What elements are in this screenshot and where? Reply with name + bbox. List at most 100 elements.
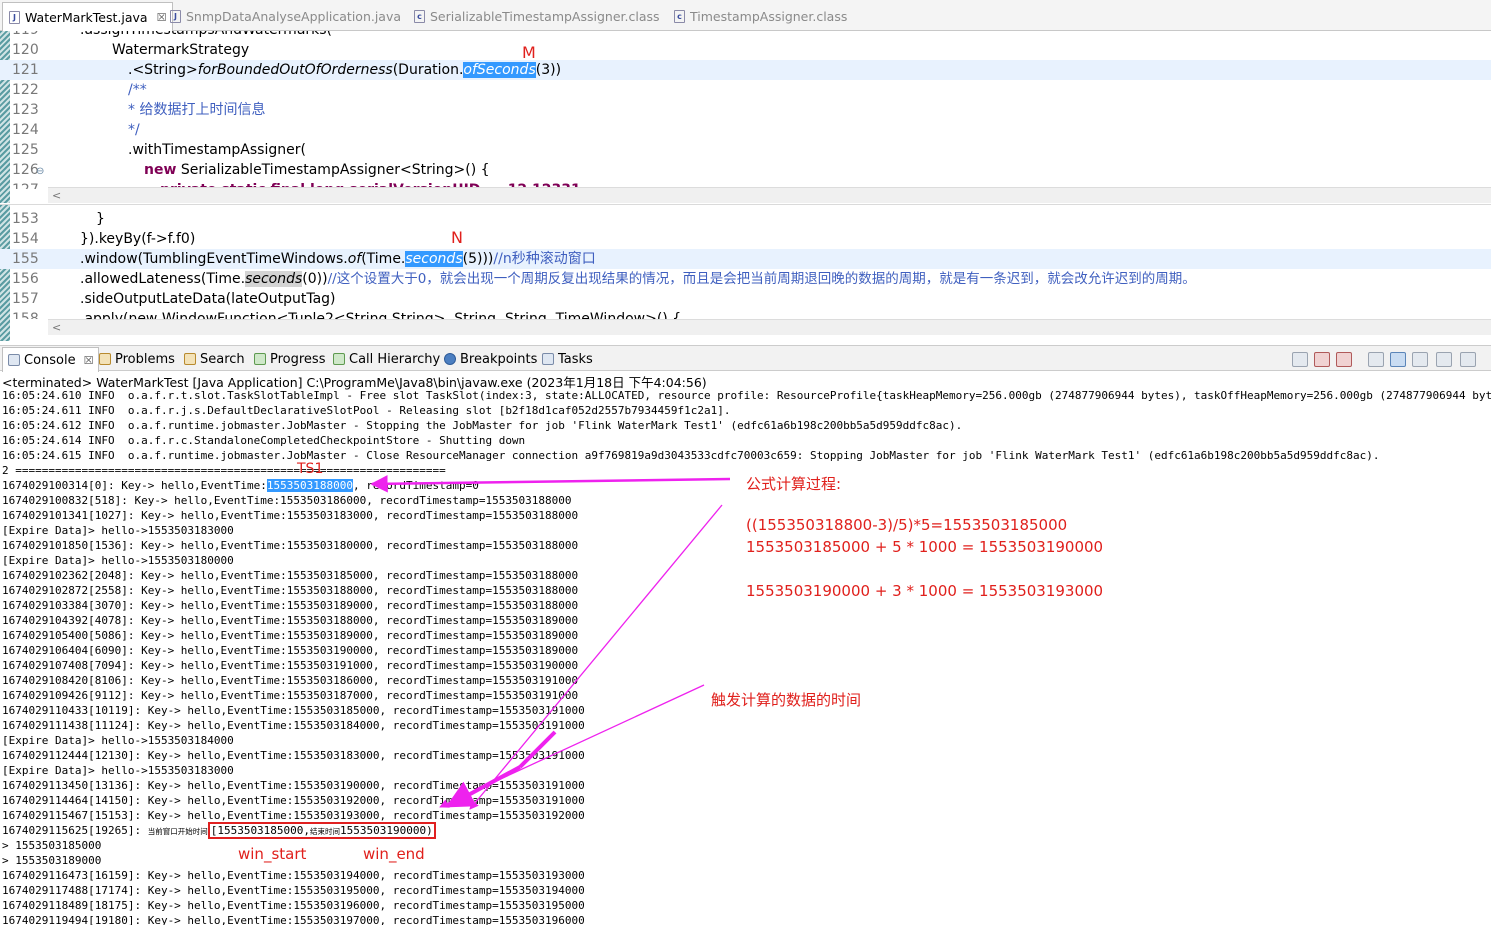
log-line: 1674029108420[8106]: Key-> hello,EventTi… xyxy=(2,674,579,687)
code-editor-top[interactable]: 119 .assignTimestampsAndWatermarks( 120 … xyxy=(0,31,1491,203)
separator-line: 2 ======================================… xyxy=(2,464,446,477)
log-line: 1674029100832[518]: Key-> hello,EventTim… xyxy=(2,494,572,507)
annotation-formula-title: 公式计算过程: xyxy=(746,475,842,493)
log-line: 1674029102872[2558]: Key-> hello,EventTi… xyxy=(2,584,579,597)
log-line: [Expire Data]> hello->1553503183000 xyxy=(2,524,234,537)
selected-event-time: 1553503188000 xyxy=(266,479,353,492)
log-line: 1674029102362[2048]: Key-> hello,EventTi… xyxy=(2,569,579,582)
console-icon xyxy=(8,354,20,366)
log-line: 1674029105400[5086]: Key-> hello,EventTi… xyxy=(2,629,579,642)
log-line: > 1553503185000 xyxy=(2,839,102,852)
selected-ofseconds: ofSeconds xyxy=(463,62,536,78)
tab-label: SnmpDataAnalyseApplication.java xyxy=(186,8,402,24)
annotation-ts1: TS1 xyxy=(297,461,324,477)
close-tab-icon[interactable]: ☒ xyxy=(157,11,167,24)
display-selected-console-icon[interactable] xyxy=(1460,352,1476,367)
log-line: 1674029103384[3070]: Key-> hello,EventTi… xyxy=(2,599,579,612)
code-line-124: 124 */ xyxy=(12,122,140,138)
log-line: 1674029111438[11124]: Key-> hello,EventT… xyxy=(2,719,585,732)
log-line: 1674029113450[13136]: Key-> hello,EventT… xyxy=(2,779,585,792)
annotation-trigger-note: 触发计算的数据的时间 xyxy=(711,691,862,709)
tab-watermarktest[interactable]: J WaterMarkTest.java ☒ xyxy=(2,2,174,31)
log-line: 16:05:24.614 INFO o.a.f.r.c.StandaloneCo… xyxy=(2,434,526,447)
tab-progress[interactable]: Progress xyxy=(254,349,325,369)
problems-icon xyxy=(99,353,111,365)
log-line: 1674029107408[7094]: Key-> hello,EventTi… xyxy=(2,659,579,672)
log-line: [Expire Data]> hello->1553503184000 xyxy=(2,734,234,747)
annotation-formula-1: ((155350318800-3)/5)*5=1553503185000 xyxy=(746,516,1068,534)
close-view-icon[interactable]: ☒ xyxy=(84,354,94,367)
scroll-lock-icon[interactable] xyxy=(1390,352,1406,367)
log-line: 1674029119494[19180]: Key-> hello,EventT… xyxy=(2,914,585,925)
annotation-m: M xyxy=(522,43,536,62)
tab-snmpdataanalyseapplication[interactable]: J SnmpDataAnalyseApplication.java xyxy=(170,4,401,28)
remove-launch-icon[interactable] xyxy=(1314,352,1330,367)
log-line: 1674029112444[12130]: Key-> hello,EventT… xyxy=(2,749,585,762)
log-line: [Expire Data]> hello->1553503180000 xyxy=(2,554,234,567)
word-wrap-icon[interactable] xyxy=(1412,352,1428,367)
log-line: 1674029116473[16159]: Key-> hello,EventT… xyxy=(2,869,585,882)
tab-console[interactable]: Console ☒ xyxy=(2,347,100,372)
tab-serializabletimestampassigner[interactable]: c SerializableTimestampAssigner.class xyxy=(414,4,660,28)
tasks-icon xyxy=(542,353,554,365)
scroll-left-icon[interactable]: < xyxy=(52,189,61,202)
log-line: 1674029117488[17174]: Key-> hello,EventT… xyxy=(2,884,585,897)
java-file-icon: J xyxy=(9,10,20,24)
code-line-125: 125 .withTimestampAssigner( xyxy=(12,142,306,158)
fold-toggle-icon[interactable]: ⊖ xyxy=(36,162,44,182)
code-line-119: 119 .assignTimestampsAndWatermarks( xyxy=(0,31,1491,40)
pin-console-icon[interactable] xyxy=(1436,352,1452,367)
call-hierarchy-icon xyxy=(333,353,345,365)
terminate-icon[interactable] xyxy=(1292,352,1308,367)
code-line-120: 120 WatermarkStrategy xyxy=(12,42,250,58)
log-line: > 1553503189000 xyxy=(2,854,102,867)
search-icon xyxy=(184,353,196,365)
editor-tab-bar: J WaterMarkTest.java ☒ J SnmpDataAnalyse… xyxy=(0,0,1491,31)
horizontal-scrollbar[interactable]: < xyxy=(48,319,1491,335)
log-line: 16:05:24.615 INFO o.a.f.runtime.jobmaste… xyxy=(2,449,1380,462)
code-line-153: 153 } xyxy=(12,211,105,227)
annotation-formula-2: 1553503185000 + 5 * 1000 = 1553503190000 xyxy=(746,538,1104,556)
tab-label: SerializableTimestampAssigner.class xyxy=(430,8,660,24)
log-line: [Expire Data]> hello->1553503183000 xyxy=(2,764,234,777)
tab-tasks[interactable]: Tasks xyxy=(542,349,593,369)
code-line-121: 121 .<String>forBoundedOutOfOrderness(Du… xyxy=(0,60,1491,80)
console-output[interactable]: 16:05:24.610 INFO o.a.f.r.t.slot.TaskSlo… xyxy=(0,388,1491,925)
annotation-win-end: win_end xyxy=(363,845,425,863)
log-line: 16:05:24.612 INFO o.a.f.runtime.jobmaste… xyxy=(2,419,963,432)
clear-console-icon[interactable] xyxy=(1368,352,1384,367)
log-line: 1674029110433[10119]: Key-> hello,EventT… xyxy=(2,704,585,717)
log-line: 16:05:24.610 INFO o.a.f.r.t.slot.TaskSlo… xyxy=(2,389,1491,402)
tab-timestampassigner[interactable]: c TimestampAssigner.class xyxy=(674,4,847,28)
code-line-158: 158 .apply(new WindowFunction<Tuple2<Str… xyxy=(12,311,682,319)
horizontal-scrollbar[interactable]: < xyxy=(48,187,1491,203)
tab-breakpoints[interactable]: Breakpoints xyxy=(444,349,537,369)
java-file-icon: J xyxy=(170,9,181,23)
code-line-123: 123 * 给数据打上时间信息 xyxy=(12,102,266,118)
tab-search[interactable]: Search xyxy=(184,349,245,369)
class-file-icon: c xyxy=(674,9,685,23)
tab-problems[interactable]: Problems xyxy=(99,349,175,369)
view-tab-bar: Console ☒ Problems Search Progress Call … xyxy=(0,345,1491,372)
log-line-first-event: 1674029100314[0]: Key-> hello,EventTime:… xyxy=(2,479,479,492)
log-line: 1674029104392[4078]: Key-> hello,EventTi… xyxy=(2,614,579,627)
code-line-126: 126 ⊖ new SerializableTimestampAssigner<… xyxy=(0,160,1491,180)
log-line: 1674029101850[1536]: Key-> hello,EventTi… xyxy=(2,539,579,552)
class-file-icon: c xyxy=(414,9,425,23)
annotation-win-start: win_start xyxy=(238,845,307,863)
tab-call-hierarchy[interactable]: Call Hierarchy xyxy=(333,349,440,369)
code-line-156: 156 .allowedLateness(Time.seconds(0))//这… xyxy=(12,271,1196,287)
tab-label: WaterMarkTest.java xyxy=(25,9,148,25)
log-line: 1674029115467[15153]: Key-> hello,EventT… xyxy=(2,809,585,822)
log-line-window: 1674029115625[19265]: 当前窗口开始时间 [155350318… xyxy=(2,822,436,839)
code-line-157: 157 .sideOutputLateData(lateOutputTag) xyxy=(12,291,336,307)
code-editor-bottom[interactable]: 153 } 154 }).keyBy(f->f.f0) 155 .window(… xyxy=(0,204,1491,341)
scroll-left-icon[interactable]: < xyxy=(52,321,61,334)
log-line: 1674029109426[9112]: Key-> hello,EventTi… xyxy=(2,689,579,702)
remove-all-terminated-icon[interactable] xyxy=(1336,352,1352,367)
log-line: 1674029101341[1027]: Key-> hello,EventTi… xyxy=(2,509,579,522)
code-line-155: 155 .window(TumblingEventTimeWindows.of(… xyxy=(0,249,1491,269)
breakpoints-icon xyxy=(444,353,456,365)
log-line: 16:05:24.611 INFO o.a.f.r.j.s.DefaultDec… xyxy=(2,404,731,417)
window-range-box: [1553503185000,结束时间1553503190000) xyxy=(207,822,436,839)
